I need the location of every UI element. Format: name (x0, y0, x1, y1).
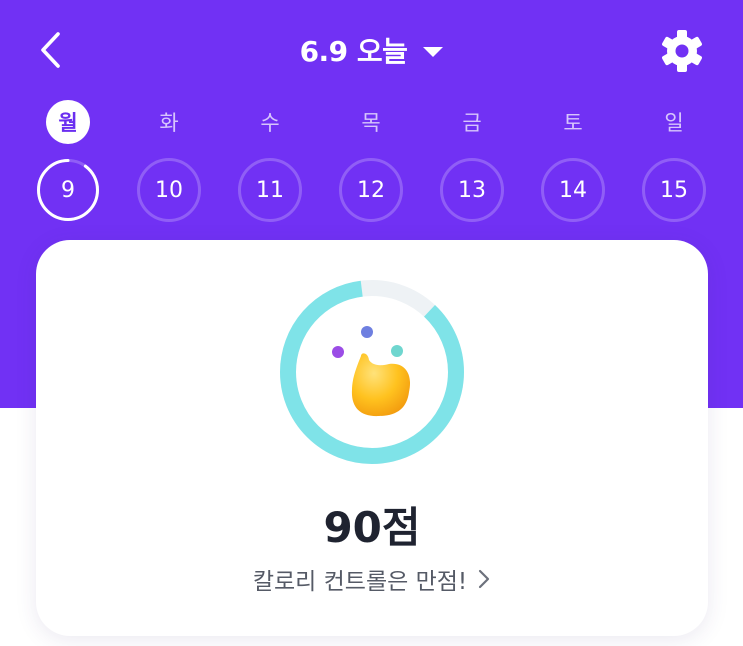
score-message-link[interactable]: 칼로리 컨트롤은 만점! (36, 562, 708, 596)
weekday-label: 목 (361, 111, 381, 135)
date-button[interactable]: 10 (137, 158, 201, 222)
weekday-label: 수 (260, 111, 280, 135)
date-button[interactable]: 12 (339, 158, 403, 222)
date-button[interactable]: 15 (642, 158, 706, 222)
score-message: 칼로리 컨트롤은 만점! (252, 569, 468, 595)
mascot-icon (332, 326, 411, 417)
gear-icon (662, 30, 702, 72)
score-card: 90점 칼로리 컨트롤은 만점! (36, 240, 708, 636)
weekday-label: 일 (664, 111, 684, 135)
page-title: 6.9 오늘 (299, 35, 408, 68)
back-button[interactable] (34, 28, 74, 72)
date-label: 9 (61, 177, 75, 203)
date-button[interactable]: 11 (238, 158, 302, 222)
weekday-row: 월 화 수 목 금 토 일 (0, 100, 743, 144)
date-button[interactable]: 13 (440, 158, 504, 222)
date-label: 13 (458, 177, 486, 203)
date-button[interactable]: 14 (541, 158, 605, 222)
settings-button[interactable] (658, 27, 706, 75)
date-label: 15 (660, 177, 688, 203)
date-row: 9 10 11 12 13 14 15 (0, 158, 743, 222)
top-bar: 6.9 오늘 (0, 0, 743, 100)
weekday-label: 월 (46, 100, 90, 144)
date-label: 14 (559, 177, 587, 203)
weekday-label: 화 (159, 111, 179, 135)
date-button-selected[interactable]: 9 (36, 158, 100, 222)
date-label: 12 (357, 177, 385, 203)
date-label: 10 (155, 177, 183, 203)
date-dropdown-button[interactable]: 6.9 오늘 (300, 30, 444, 70)
chevron-left-icon (41, 32, 60, 68)
caret-down-icon (423, 46, 444, 57)
date-label: 11 (256, 177, 284, 203)
weekday-label: 금 (462, 111, 482, 135)
weekday-label: 토 (563, 111, 583, 135)
score-value: 90점 (323, 503, 421, 552)
chevron-right-icon (479, 569, 490, 589)
